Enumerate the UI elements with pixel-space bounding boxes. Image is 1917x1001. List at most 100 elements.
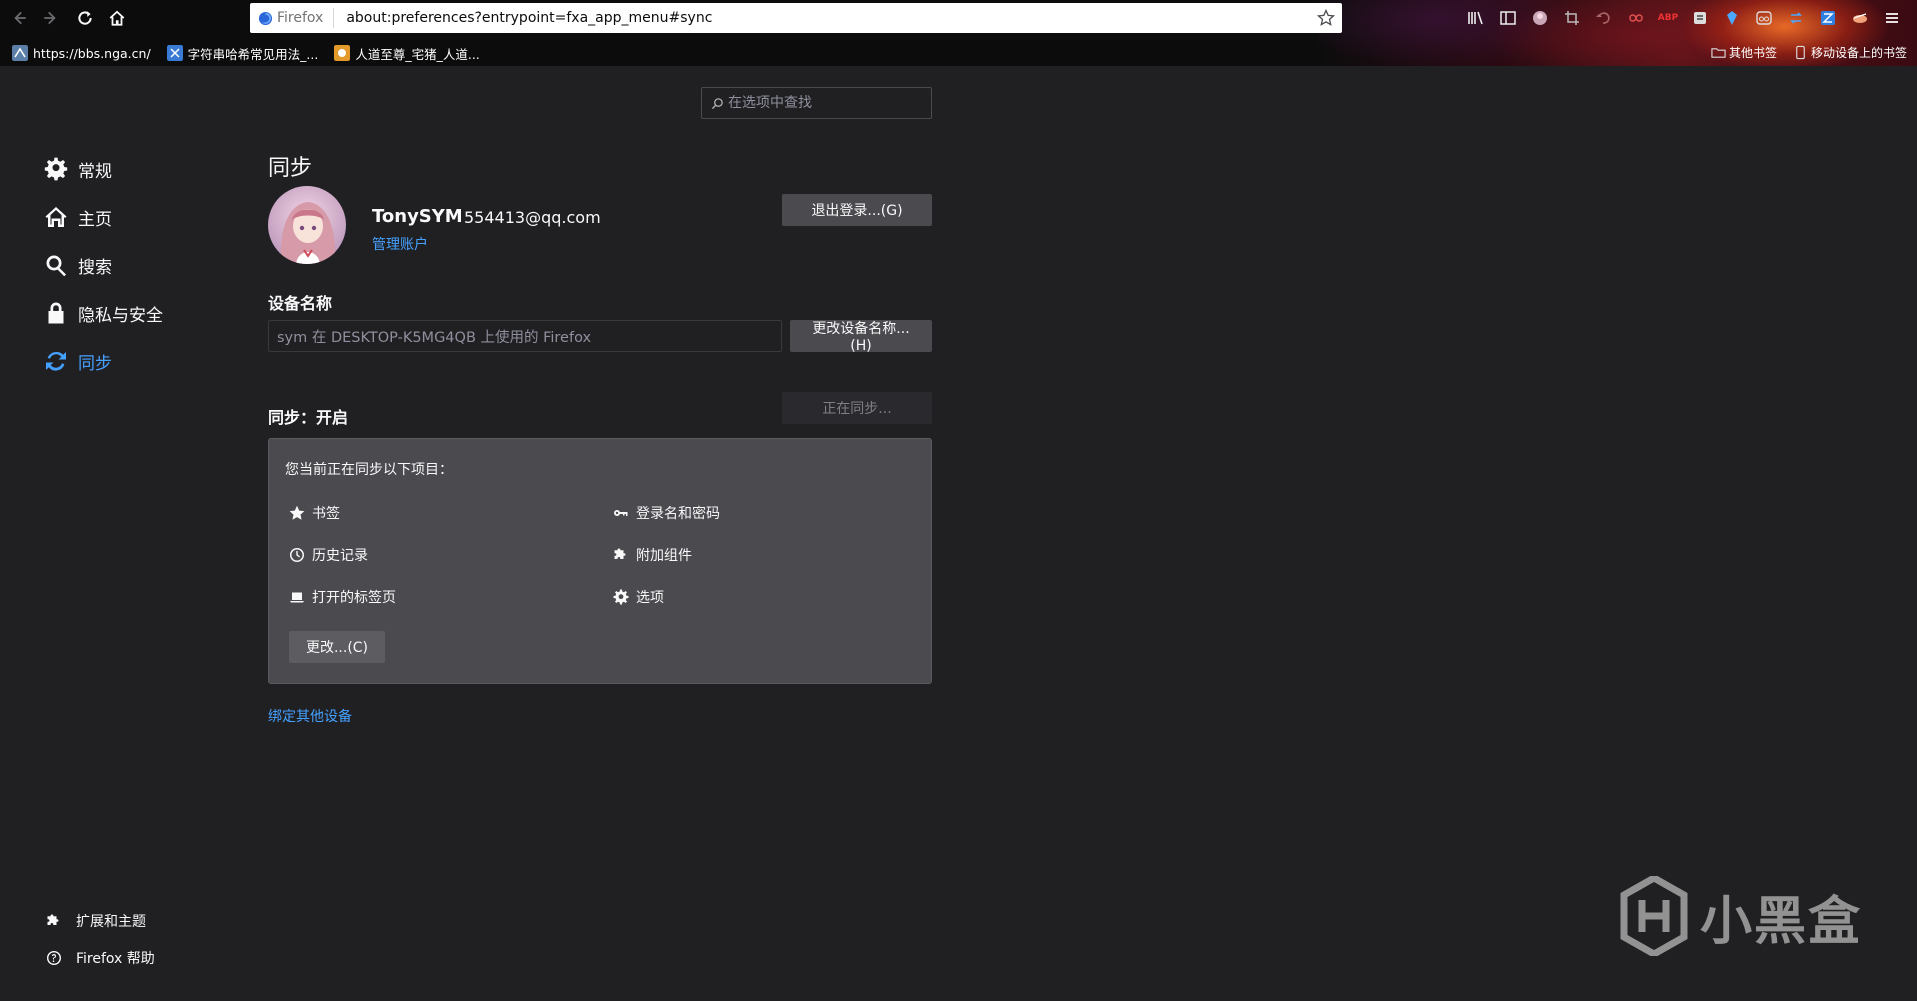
sidebar-item-home[interactable]: 主页 <box>44 193 244 241</box>
device-name-section: 设备名称 更改设备名称...(H) <box>268 290 932 354</box>
extensions-themes-link[interactable]: 扩展和主题 <box>46 902 155 939</box>
sync-intro-text: 您当前正在同步以下项目： <box>285 462 453 478</box>
watermark: 小黑盒 <box>1620 876 1862 956</box>
heybox-logo-icon <box>1620 876 1688 956</box>
browser-chrome: Firefox ABP https://bbs.nga.cn/ 字符串哈希常见用… <box>0 0 1917 66</box>
change-device-name-button[interactable]: 更改设备名称...(H) <box>790 320 932 354</box>
url-bar[interactable]: Firefox <box>250 3 1342 33</box>
abp-badge: ABP <box>1657 13 1679 23</box>
change-sync-options-button[interactable]: 更改...(C) <box>289 631 385 663</box>
sushi-extension-button[interactable] <box>1848 6 1872 30</box>
anime-avatar-icon <box>268 186 346 264</box>
gear-icon <box>44 157 68 181</box>
help-icon <box>47 950 61 965</box>
sync-engines-box: 您当前正在同步以下项目： 书签 登录名和密码 历史记录 附加组件 打开的标签页 … <box>268 438 932 684</box>
translate-icon <box>1821 11 1835 25</box>
magnifier-icon <box>46 255 66 277</box>
watermark-text: 小黑盒 <box>1700 891 1863 952</box>
home-icon <box>109 10 125 26</box>
search-icon <box>711 97 723 109</box>
library-icon <box>1468 11 1483 25</box>
manage-account-link[interactable]: 管理账户 <box>372 234 428 254</box>
other-bookmarks-folder[interactable]: 其他书签 <box>1711 44 1777 61</box>
reader-extension-button[interactable] <box>1688 6 1712 30</box>
back-button[interactable] <box>6 5 32 31</box>
sidebar-item-sync[interactable]: 同步 <box>44 337 244 385</box>
engine-label: 书签 <box>312 506 340 522</box>
sidebar-item-search[interactable]: 搜索 <box>44 241 244 289</box>
footer-label: Firefox 帮助 <box>76 950 155 967</box>
infinity-extension-button[interactable] <box>1624 6 1648 30</box>
preferences-search-box[interactable] <box>701 87 932 119</box>
account-section: TonySYM 554413@qq.com 管理账户 退出登录...(G) <box>268 186 932 276</box>
sidebar-item-label: 搜索 <box>78 257 112 278</box>
glasses-extension-button[interactable] <box>1752 6 1776 30</box>
bookmark-label: https://bbs.nga.cn/ <box>33 45 151 61</box>
menu-button[interactable] <box>1880 6 1904 30</box>
engine-label: 附加组件 <box>636 548 692 564</box>
identity-label: Firefox <box>277 10 324 26</box>
sign-out-button[interactable]: 退出登录...(G) <box>782 194 932 226</box>
pair-device-link[interactable]: 绑定其他设备 <box>268 706 932 726</box>
forward-arrow-icon <box>44 11 56 25</box>
avatar[interactable] <box>268 186 346 264</box>
mobile-bookmarks-label: 移动设备上的书签 <box>1810 46 1907 60</box>
crop-icon <box>1565 11 1579 25</box>
firefox-help-link[interactable]: Firefox 帮助 <box>46 939 155 976</box>
reload-button[interactable] <box>72 5 98 31</box>
mobile-device-icon <box>1796 45 1805 60</box>
translate-extension-button[interactable] <box>1816 6 1840 30</box>
identity-box[interactable]: Firefox <box>258 8 335 28</box>
home-icon <box>45 207 67 227</box>
device-name-field[interactable] <box>268 320 782 352</box>
star-icon <box>289 505 305 520</box>
crop-extension-button[interactable] <box>1560 6 1584 30</box>
adblock-plus-button[interactable]: ABP <box>1656 6 1680 30</box>
bookmark-novel[interactable]: 人道至尊_宅猪_人道... <box>334 44 480 63</box>
sync-status-row: 同步：开启 正在同步... <box>268 392 932 428</box>
clock-icon <box>290 548 304 562</box>
sync-arrows-icon <box>1790 12 1802 24</box>
engine-label: 登录名和密码 <box>636 506 720 522</box>
engine-logins: 登录名和密码 <box>613 503 720 523</box>
device-name-row: 更改设备名称...(H) <box>268 320 932 354</box>
home-button[interactable] <box>104 5 130 31</box>
bookmark-star-icon[interactable] <box>1316 8 1336 28</box>
engine-bookmarks: 书签 <box>289 503 340 523</box>
engine-label: 打开的标签页 <box>312 590 396 606</box>
toolbar-icons: ABP <box>1464 6 1904 30</box>
bookmark-label: 字符串哈希常见用法_... <box>187 46 319 62</box>
blog-favicon-icon <box>166 45 183 61</box>
sync-now-button[interactable]: 正在同步... <box>782 392 932 424</box>
bookmarks-right: 其他书签 移动设备上的书签 <box>1711 44 1907 61</box>
puzzle-icon <box>614 548 626 559</box>
sidebar-item-privacy[interactable]: 隐私与安全 <box>44 289 244 337</box>
mobile-bookmarks-folder[interactable]: 移动设备上的书签 <box>1793 44 1907 61</box>
bookmark-hash[interactable]: 字符串哈希常见用法_... <box>166 44 319 63</box>
device-name-label: 设备名称 <box>268 294 333 313</box>
undo-extension-button[interactable] <box>1592 6 1616 30</box>
hamburger-menu-icon <box>1886 13 1898 23</box>
gear-icon <box>613 589 629 605</box>
library-button[interactable] <box>1464 6 1488 30</box>
forward-button[interactable] <box>38 5 64 31</box>
sidebar-icon <box>1500 11 1516 25</box>
account-name: TonySYM <box>372 206 463 227</box>
sidebar-item-general[interactable]: 常规 <box>44 145 244 193</box>
sidebar-toggle-button[interactable] <box>1496 6 1520 30</box>
account-email: 554413@qq.com <box>464 208 601 227</box>
firefox-logo-icon <box>258 11 273 25</box>
bookmark-nga[interactable]: https://bbs.nga.cn/ <box>12 45 151 61</box>
account-button[interactable] <box>1528 6 1552 30</box>
sync-tabs-extension-button[interactable] <box>1784 6 1808 30</box>
folder-icon <box>1711 48 1726 58</box>
back-arrow-icon <box>14 11 26 25</box>
other-bookmarks-label: 其他书签 <box>1728 46 1777 60</box>
gem-extension-button[interactable] <box>1720 6 1744 30</box>
bookmark-label: 人道至尊_宅猪_人道... <box>355 46 480 62</box>
sync-pane: 同步 TonySYM 554413@qq.com 管理账户 退出登录...(G)… <box>268 150 932 726</box>
search-input[interactable] <box>728 95 918 111</box>
sushi-icon <box>1853 13 1867 23</box>
url-input[interactable] <box>334 10 1315 26</box>
reload-icon <box>78 11 92 25</box>
